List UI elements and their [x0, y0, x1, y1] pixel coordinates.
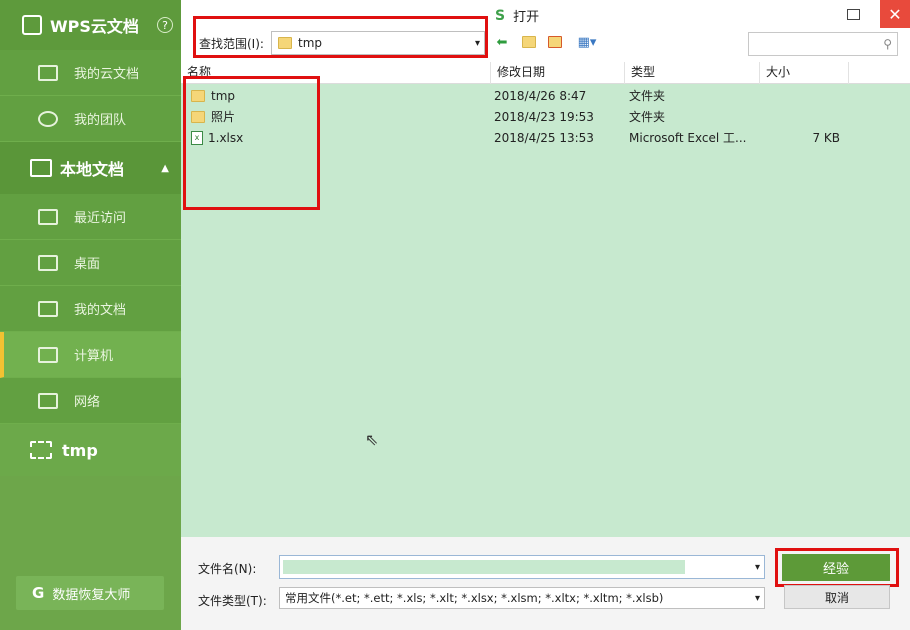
section-label: 本地文档 [60, 160, 125, 179]
file-date: 2018/4/25 13:53 [494, 130, 594, 145]
file-date: 2018/4/23 19:53 [494, 109, 594, 124]
file-type: 文件夹 [629, 110, 666, 124]
mouse-cursor-icon: ⇖ [365, 430, 379, 449]
team-icon [38, 110, 58, 127]
filename-label: 文件名(N): [198, 562, 257, 576]
file-type: Microsoft Excel 工... [629, 131, 747, 145]
column-header-date[interactable]: 修改日期 [491, 62, 625, 84]
wps-logo-icon: S [495, 7, 506, 24]
dialog-title-bar: S 打开 [495, 6, 540, 26]
filetype-label: 文件类型(T): [198, 594, 267, 608]
search-icon: ⚲ [883, 37, 892, 51]
monitor-icon [30, 159, 52, 177]
dialog-title: 打开 [513, 10, 540, 25]
collapse-icon[interactable]: ▲ [161, 163, 169, 174]
sidebar-item-tmp[interactable]: tmp [0, 424, 181, 476]
computer-icon [38, 346, 58, 363]
cancel-button[interactable]: 取消 [784, 585, 890, 609]
sidebar-item-label: 我的文档 [74, 303, 127, 318]
chevron-down-icon: ▾ [754, 592, 760, 604]
open-dialog: S 打开 ✕ 查找范围(I): tmp ▾ ⬅ ▦▾ ⚲ 名称 修改日期 类型 … [181, 0, 910, 630]
network-icon [38, 392, 58, 409]
back-arrow-icon: ⬅ [496, 34, 508, 50]
filename-selection [283, 560, 685, 574]
filetype-select[interactable]: 常用文件(*.et; *.ett; *.xls; *.xlt; *.xlsx; … [279, 587, 765, 609]
sidebar-item-label: 我的云文档 [74, 67, 140, 82]
sidebar-item-desktop[interactable]: 桌面 [0, 240, 181, 286]
recent-folder-icon [38, 208, 58, 225]
file-type: 文件夹 [629, 89, 666, 103]
back-button[interactable]: ⬅ [492, 33, 512, 51]
file-size: 7 KB [812, 130, 840, 145]
search-input[interactable]: ⚲ [748, 32, 898, 56]
up-folder-button[interactable] [519, 33, 539, 51]
cloud-folder-icon [38, 64, 58, 81]
close-icon: ✕ [888, 4, 902, 24]
sidebar-item-label: 桌面 [74, 257, 101, 272]
column-header-type[interactable]: 类型 [625, 62, 760, 84]
sidebar-item-computer[interactable]: 计算机 [0, 332, 181, 378]
sidebar-item-label: 计算机 [74, 349, 114, 364]
desktop-icon [38, 254, 58, 271]
cloud-logo-icon [22, 15, 42, 35]
maximize-button[interactable] [838, 0, 868, 28]
brand-label: WPS云文档 [50, 17, 139, 36]
sidebar-item-my-team[interactable]: 我的团队 [0, 96, 181, 142]
sidebar-item-recent[interactable]: 最近访问 [0, 194, 181, 240]
column-header-size[interactable]: 大小 [760, 62, 849, 84]
view-menu-button[interactable]: ▦▾ [573, 33, 601, 51]
highlight-box [193, 16, 488, 58]
new-folder-button[interactable] [545, 33, 565, 51]
recovery-label: 数据恢复大师 [52, 587, 131, 603]
data-recovery-button[interactable]: G 数据恢复大师 [16, 576, 164, 610]
filetype-value: 常用文件(*.et; *.ett; *.xls; *.xlt; *.xlsx; … [285, 591, 664, 605]
sidebar-item-label: 我的团队 [74, 113, 127, 128]
new-folder-icon [548, 36, 562, 48]
sidebar-item-label: 最近访问 [74, 211, 127, 226]
up-folder-icon [522, 36, 536, 48]
filename-input[interactable]: ▾ [279, 555, 765, 579]
maximize-icon [846, 8, 860, 20]
sidebar-item-my-cloud-docs[interactable]: 我的云文档 [0, 50, 181, 96]
sidebar: WPS云文档 ? 我的云文档 我的团队 本地文档 ▲ 最近访问 桌面 我的文档 … [0, 0, 181, 630]
file-date: 2018/4/26 8:47 [494, 88, 587, 103]
dialog-footer: 文件名(N): ▾ 文件类型(T): 常用文件(*.et; *.ett; *.x… [181, 537, 910, 630]
folder-shortcut-icon [30, 441, 52, 459]
view-grid-icon: ▦▾ [577, 34, 597, 50]
help-icon[interactable]: ? [157, 17, 173, 33]
recovery-icon: G [32, 584, 45, 602]
close-button[interactable]: ✕ [880, 0, 910, 28]
wps-cloud-header[interactable]: WPS云文档 ? [0, 0, 181, 50]
chevron-down-icon: ▾ [754, 561, 760, 573]
file-list: 名称 修改日期 类型 大小 tmp 2018/4/26 8:47 文件夹 照片 … [181, 62, 910, 537]
highlight-box [775, 548, 899, 587]
sidebar-item-network[interactable]: 网络 [0, 378, 181, 424]
sidebar-item-label: 网络 [74, 395, 101, 410]
sidebar-item-my-documents[interactable]: 我的文档 [0, 286, 181, 332]
highlight-box [183, 76, 320, 210]
sidebar-item-label: tmp [62, 440, 98, 460]
sidebar-section-local-docs[interactable]: 本地文档 ▲ [0, 142, 181, 194]
folder-icon [38, 300, 58, 317]
